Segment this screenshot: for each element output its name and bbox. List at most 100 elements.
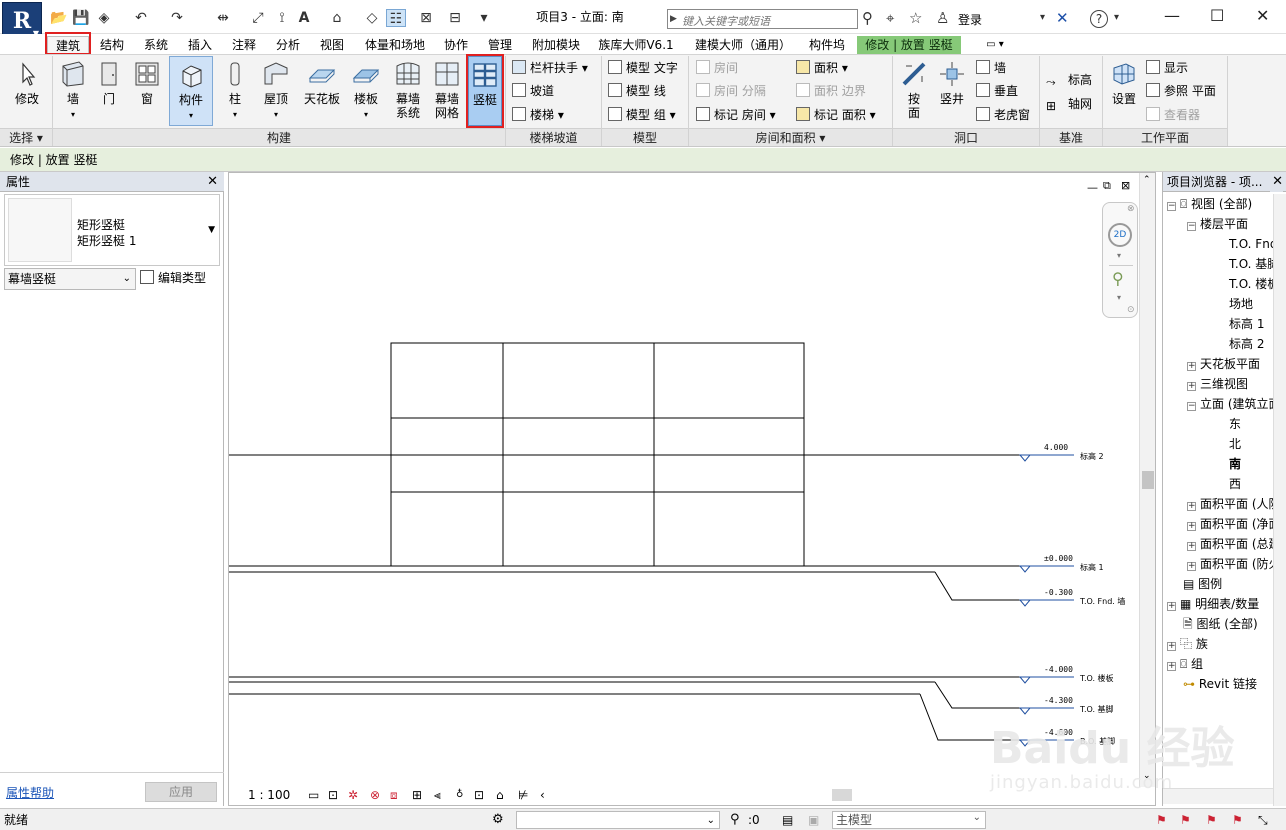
level-head-symbol[interactable] (1018, 739, 1032, 747)
tree-ceiling-plans[interactable]: + 天花板平面 (1187, 356, 1260, 372)
tree-area-plan[interactable]: + 面积平面 (人防 (1187, 496, 1281, 512)
tab-analyze[interactable]: 分析 (270, 36, 306, 54)
model-line-button[interactable]: 模型 线 (608, 83, 666, 99)
help-icon[interactable]: ? (1090, 10, 1108, 28)
component-button[interactable]: 构件 ▾ (169, 56, 213, 126)
viewer-button[interactable]: 查看器 (1146, 107, 1200, 123)
tree-revit-links[interactable]: ⊶ Revit 链接 (1183, 676, 1257, 692)
area-button[interactable]: 面积 ▾ (796, 60, 848, 76)
tree-groups[interactable]: + ⌼ 组 (1167, 656, 1203, 672)
close-hidden-icon[interactable]: ⊠ (418, 9, 434, 27)
tab-addins[interactable]: 附加模块 (526, 36, 586, 54)
zoom-dropdown-icon[interactable]: ▾ (1117, 293, 1121, 302)
3d-view-icon[interactable]: ⌂ (328, 9, 346, 27)
set-workplane-button[interactable]: 设置 (1106, 60, 1142, 106)
dormer-button[interactable]: 老虎窗 (976, 107, 1030, 123)
search-input[interactable]: ▶ 键入关键字或短语 (667, 9, 858, 29)
tree-families[interactable]: + ⿻ 族 (1167, 636, 1208, 652)
area-boundary-button[interactable]: 面积 边界 (796, 83, 866, 99)
visual-style-icon[interactable]: ⊡ (328, 786, 338, 804)
scroll-thumb[interactable] (1142, 471, 1154, 489)
edit-type-button[interactable]: 编辑类型 (140, 268, 220, 290)
customize-qat-icon[interactable]: ▾ (478, 9, 490, 27)
tree-elevation-item[interactable]: 东 (1229, 416, 1241, 432)
tree-floor-item[interactable]: 场地 (1229, 296, 1253, 312)
sun-path-icon[interactable]: ✲ (348, 786, 358, 804)
view-scale[interactable]: 1 : 100 (248, 786, 290, 804)
tree-3d-views[interactable]: + 三维视图 (1187, 376, 1248, 392)
tab-systems[interactable]: 系统 (138, 36, 174, 54)
wall-opening-button[interactable]: 墙 (976, 60, 1006, 76)
redo-icon[interactable]: ↷ (168, 9, 186, 27)
level-head-symbol[interactable] (1018, 454, 1032, 462)
tree-area-plan[interactable]: + 面积平面 (净面 (1187, 516, 1281, 532)
level-name[interactable]: T.O. Fnd. 墙 (1079, 596, 1125, 606)
level-name[interactable]: T.O. 楼板 (1079, 673, 1114, 683)
ceiling-button[interactable]: 天花板 (300, 60, 344, 106)
filter-icon[interactable]: ⚲ (730, 809, 740, 830)
curtain-grid-button[interactable]: 幕墙 网格 (429, 60, 465, 120)
select-by-face-icon[interactable]: ⚑ (1232, 809, 1243, 830)
tab-manage[interactable]: 管理 (482, 36, 518, 54)
close-properties-icon[interactable]: ✕ (207, 172, 218, 192)
ref-plane-button[interactable]: 参照 平面 (1146, 83, 1216, 99)
tag-room-button[interactable]: 标记 房间 ▾ (696, 107, 776, 123)
show-workplane-button[interactable]: 显示 (1146, 60, 1188, 76)
tree-area-plan[interactable]: + 面积平面 (总建 (1187, 536, 1281, 552)
workset-select[interactable]: ⌄ (516, 811, 720, 829)
railing-button[interactable]: 栏杆扶手 ▾ (512, 60, 588, 76)
shadows-icon[interactable]: ⊗ (370, 786, 380, 804)
mullion-button[interactable]: 竖梃 (468, 56, 502, 126)
select-underlay-icon[interactable]: ⚑ (1180, 809, 1191, 830)
level-head-symbol[interactable] (1018, 565, 1032, 573)
model-text-button[interactable]: 模型 文字 (608, 60, 678, 76)
level-name[interactable]: 标高 1 (1080, 562, 1104, 572)
scroll-left-icon[interactable]: ‹ (540, 786, 545, 804)
panel-label-room-area[interactable]: 房间和面积 ▾ (689, 128, 892, 146)
type-selector[interactable]: 矩形竖梃 矩形竖梃 1 ▼ (4, 194, 220, 266)
tree-area-plan[interactable]: + 面积平面 (防火 (1187, 556, 1281, 572)
curtain-system-button[interactable]: 幕墙 系统 (390, 60, 426, 120)
render-icon[interactable]: ⧈ (390, 786, 398, 804)
tree-views[interactable]: − ⌼ 视图 (全部) (1167, 196, 1252, 212)
scroll-up-icon[interactable]: ⌃ (1143, 175, 1151, 185)
tab-zuku[interactable]: 族库大师V6.1 (596, 36, 676, 54)
tree-floor-item[interactable]: T.O. 楼板 (1229, 276, 1279, 292)
horizontal-scroll-thumb[interactable] (832, 789, 852, 801)
dimension-icon[interactable]: ⤢ (250, 9, 266, 27)
room-button[interactable]: 房间 (696, 60, 738, 76)
drag-elements-icon[interactable]: ⤡ (1258, 809, 1268, 830)
elevation-drawing[interactable]: 4.000 标高 2 ±0.000 标高 1 -0.300 T.O. Fnd. 墙 -4.0… (228, 172, 1156, 806)
minimize-view-icon[interactable]: — (1087, 181, 1098, 194)
analytical-model-icon[interactable]: ⊭ (518, 786, 528, 804)
room-separator-button[interactable]: 房间 分隔 (696, 83, 766, 99)
worksets-icon[interactable]: ⚙ (492, 809, 504, 830)
tree-floor-plans[interactable]: − 楼层平面 (1187, 216, 1248, 232)
tree-floor-item[interactable]: 标高 2 (1229, 336, 1264, 352)
tree-elevations[interactable]: − 立面 (建筑立面 (1187, 396, 1281, 412)
temp-hide-icon[interactable]: ⊡ (474, 786, 484, 804)
panel-label-select[interactable]: 选择 ▾ (0, 128, 52, 146)
instance-filter-select[interactable]: 幕墙竖梃 ⌄ (4, 268, 136, 290)
tab-modify-place-mullion[interactable]: 修改 | 放置 竖梃 (857, 36, 961, 54)
close-navbar-icon[interactable]: ⊗ (1127, 204, 1135, 214)
user-icon[interactable]: ♙ (936, 10, 949, 26)
maximize-icon[interactable]: ☐ (1210, 6, 1224, 25)
apply-button[interactable]: 应用 (145, 782, 217, 802)
column-button[interactable]: 柱 ▾ (220, 60, 250, 122)
door-button[interactable]: 门 (94, 60, 124, 106)
tab-insert[interactable]: 插入 (182, 36, 218, 54)
zoom-region-icon[interactable]: ⚲ (1112, 269, 1124, 288)
tree-elevation-item[interactable]: 西 (1229, 476, 1241, 492)
restore-view-icon[interactable]: ⧉ (1103, 179, 1111, 193)
type-dropdown-icon[interactable]: ▼ (208, 225, 215, 235)
tree-legends[interactable]: ▤ 图例 (1183, 576, 1222, 592)
level-name[interactable]: B.O. 基脚 (1080, 736, 1115, 746)
exchange-apps-icon[interactable]: ✕ (1056, 10, 1069, 26)
design-options-icon[interactable]: ▤ (782, 809, 793, 830)
ramp-button[interactable]: 坡道 (512, 83, 554, 99)
select-pinned-icon[interactable]: ⚑ (1206, 809, 1217, 830)
tree-floor-item[interactable]: 标高 1 (1229, 316, 1264, 332)
binoculars-icon[interactable]: ⚲ (862, 10, 873, 26)
window-button[interactable]: 窗 (132, 60, 162, 106)
